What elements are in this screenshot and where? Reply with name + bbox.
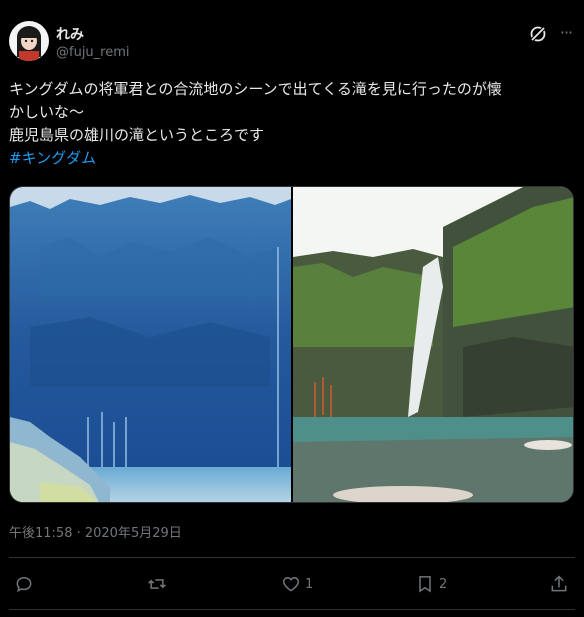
share-icon — [551, 575, 567, 592]
anime-waterfall-image[interactable] — [10, 187, 291, 503]
tweet-text: キングダムの将軍君との合流地のシーンで出てくる滝を見に行ったのが懐 かしいな〜 鹿… — [9, 78, 575, 170]
tweet-line-3: 鹿児島県の雄川の滝というところです — [9, 126, 265, 144]
divider-top — [9, 557, 575, 558]
media-grid[interactable] — [9, 186, 574, 503]
display-name[interactable]: れみ — [56, 24, 84, 44]
bookmark-button[interactable]: 2 — [415, 568, 447, 600]
grok-icon[interactable] — [528, 24, 548, 44]
tweet-line-1: キングダムの将軍君との合流地のシーンで出てくる滝を見に行ったのが懐 — [9, 80, 502, 98]
heart-icon — [282, 576, 300, 592]
share-button[interactable] — [549, 568, 569, 600]
reply-button[interactable] — [14, 568, 34, 600]
tweet-timestamp[interactable]: 午後11:58 · 2020年5月29日 — [9, 522, 182, 541]
retweet-button[interactable] — [147, 568, 167, 600]
retweet-icon — [148, 579, 166, 589]
reply-icon — [16, 576, 32, 593]
more-options-icon[interactable]: ··· — [556, 24, 576, 44]
bookmark-count: 2 — [439, 576, 448, 592]
avatar[interactable] — [9, 21, 49, 61]
user-handle[interactable]: @fuju_remi — [56, 45, 130, 60]
tweet-line-2: かしいな〜 — [9, 103, 85, 121]
like-count: 1 — [305, 576, 314, 592]
action-bar: 1 2 — [0, 568, 584, 600]
bookmark-icon — [419, 576, 431, 593]
divider-bottom — [9, 609, 575, 610]
like-button[interactable]: 1 — [281, 568, 313, 600]
real-waterfall-image[interactable] — [293, 187, 574, 503]
hashtag-link[interactable]: #キングダム — [9, 149, 96, 167]
